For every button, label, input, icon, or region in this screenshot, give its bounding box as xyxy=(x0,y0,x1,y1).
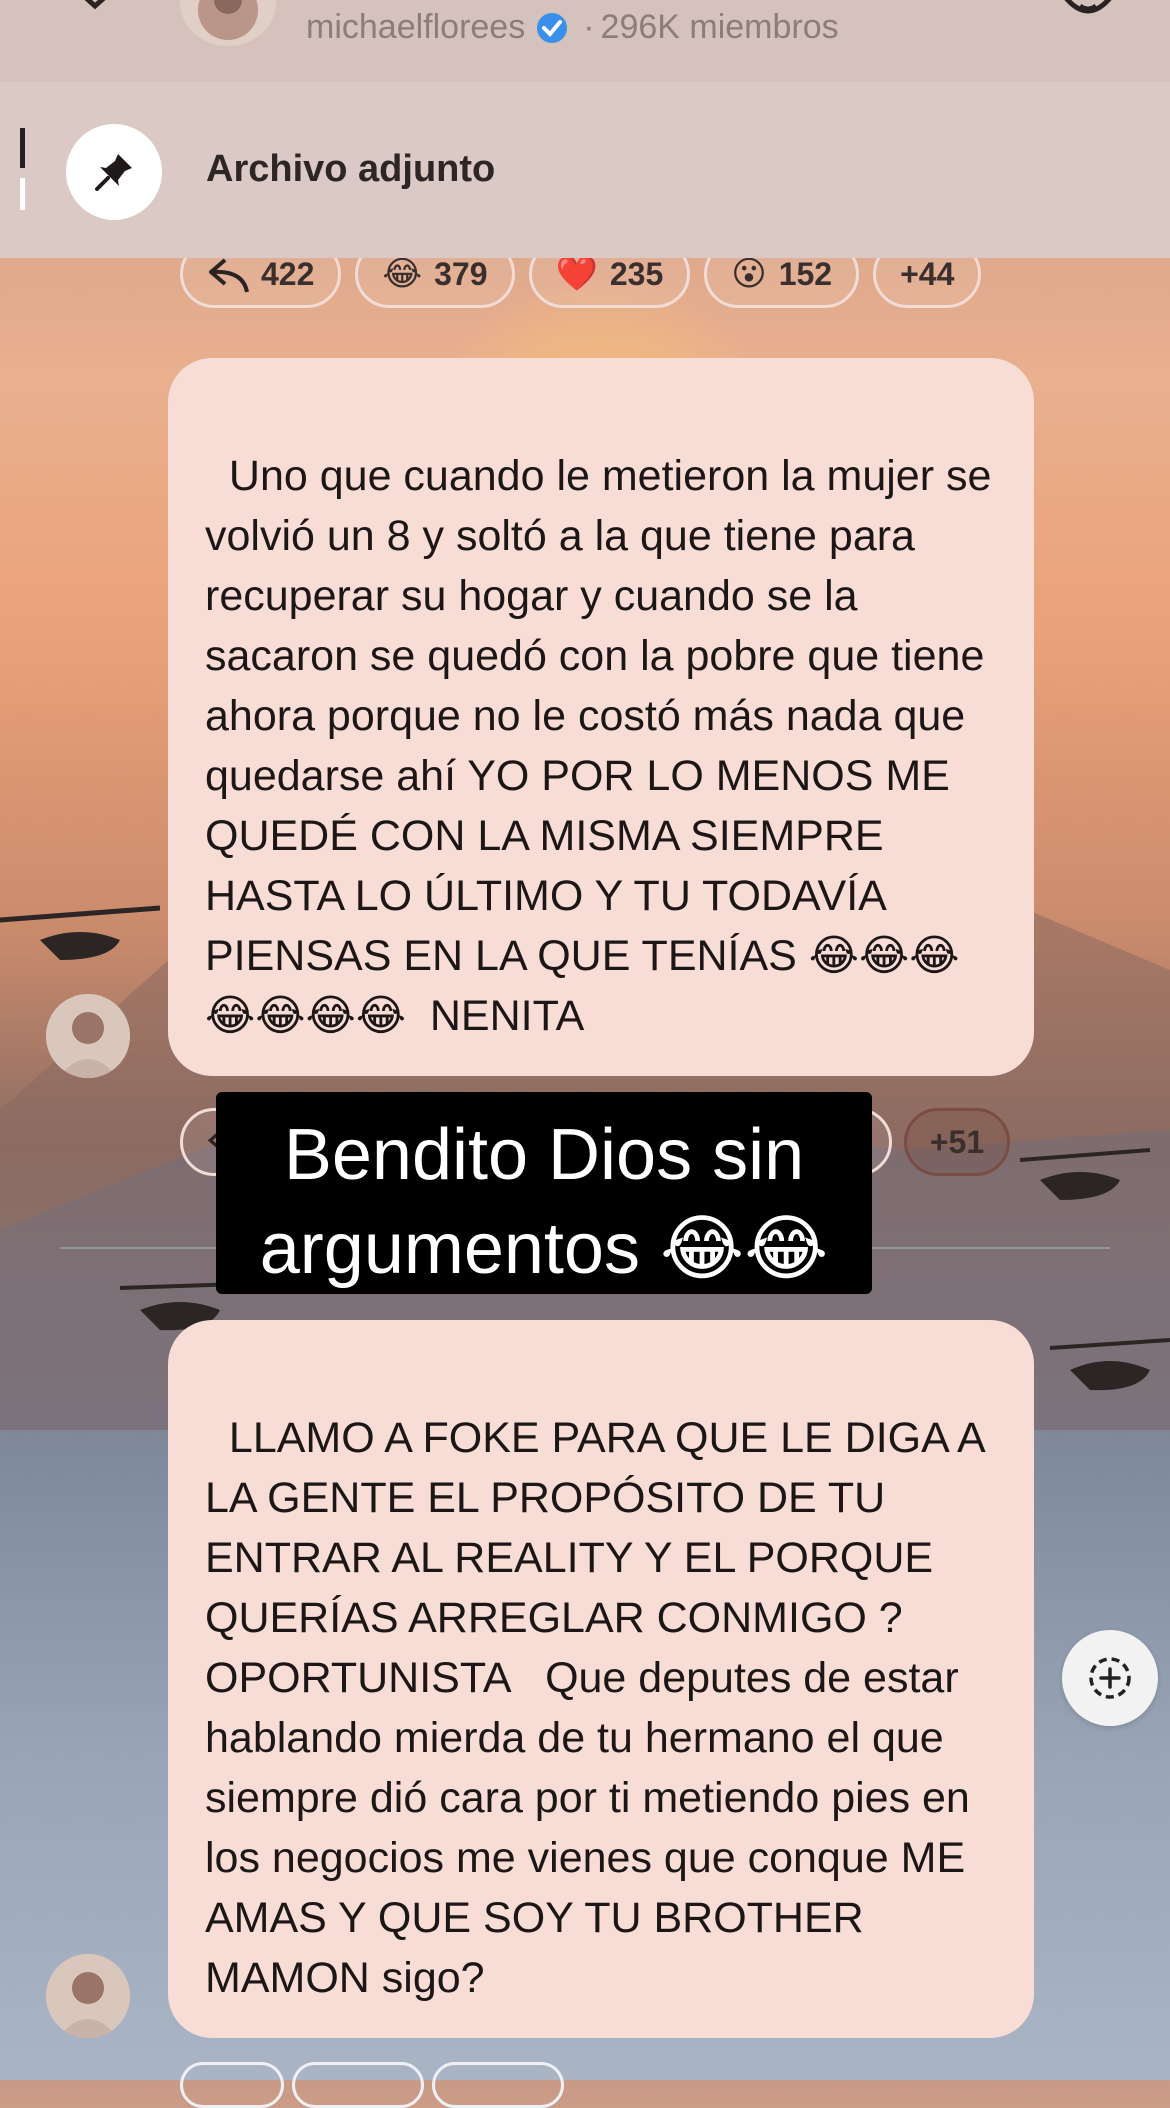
surprised-emoji-icon: 😮 xyxy=(731,255,767,293)
more-reactions-count: +44 xyxy=(900,255,955,292)
helicopter-icon xyxy=(1019,1148,1151,1200)
pinned-label: Archivo adjunto xyxy=(206,148,496,190)
reaction-count: 379 xyxy=(434,255,488,292)
helicopter-icon xyxy=(0,905,160,960)
pinned-bar-overlay: Archivo adjunto xyxy=(0,82,1170,258)
channel-info[interactable]: michaelflorees · 296K miembros xyxy=(306,8,839,47)
message-bubble[interactable]: Uno que cuando le metieron la mujer se v… xyxy=(168,358,1034,1076)
sender-avatar[interactable] xyxy=(46,994,130,1078)
reply-count: 422 xyxy=(261,255,315,292)
bell-icon[interactable] xyxy=(1058,0,1118,32)
pin-button[interactable] xyxy=(66,124,162,220)
sender-avatar[interactable] xyxy=(46,1954,130,2038)
caption-line-2: argumentos 😂😂 xyxy=(259,1209,829,1289)
chat-header: michaelflorees · 296K miembros xyxy=(0,0,1170,82)
laugh-emoji-icon: 😂 xyxy=(382,255,423,293)
verified-badge-icon xyxy=(537,12,568,43)
pin-icon xyxy=(95,154,132,191)
member-count: 296K miembros xyxy=(600,8,839,46)
add-reaction-icon xyxy=(1089,1657,1131,1699)
message-text: Uno que cuando le metieron la mujer se v… xyxy=(205,452,1004,1040)
reaction-count: 235 xyxy=(609,255,664,292)
more-reactions-chip[interactable]: +51 xyxy=(904,1108,1010,1176)
reaction-chip[interactable] xyxy=(292,2062,424,2108)
message-text: LLAMO A FOKE PARA QUE LE DIGA A LA GENTE… xyxy=(205,1414,996,2002)
close-icon[interactable] xyxy=(62,0,128,32)
message-bubble[interactable]: LLAMO A FOKE PARA QUE LE DIGA A LA GENTE… xyxy=(168,1320,1034,2038)
heart-emoji-icon: ❤️ xyxy=(555,255,598,293)
channel-avatar[interactable] xyxy=(180,0,276,46)
more-reactions-count: +51 xyxy=(929,1123,985,1160)
separator: · xyxy=(583,8,595,46)
reaction-count: 152 xyxy=(778,255,833,292)
channel-name: michaelflorees xyxy=(306,8,526,46)
caption-line-1: Bendito Dios sin xyxy=(283,1115,805,1195)
reaction-chip[interactable] xyxy=(432,2062,564,2108)
reaction-chip[interactable] xyxy=(180,2062,284,2108)
add-reaction-button[interactable] xyxy=(1062,1630,1158,1726)
reply-icon xyxy=(209,258,249,293)
video-caption: Bendito Dios sin argumentos 😂😂 xyxy=(216,1092,872,1294)
helicopter-icon xyxy=(1050,1338,1170,1391)
